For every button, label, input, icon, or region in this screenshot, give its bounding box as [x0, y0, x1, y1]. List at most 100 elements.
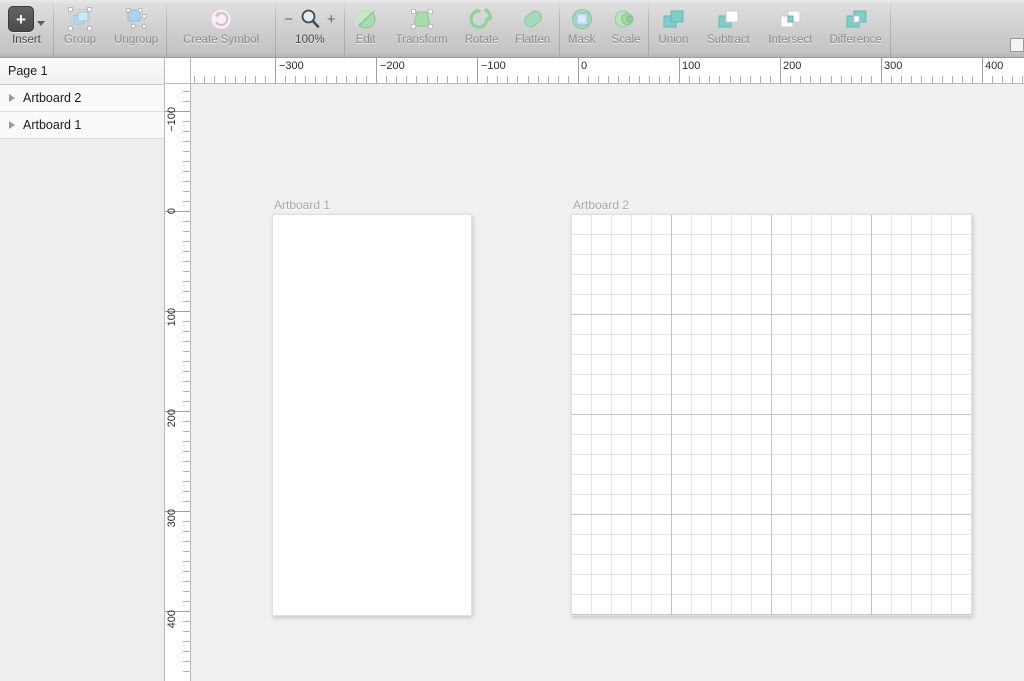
toolbar-button-group[interactable]: Group: [54, 0, 106, 52]
ruler-minor-tick: [406, 76, 407, 84]
ruler-minor-tick: [183, 331, 191, 332]
ruler-minor-tick: [183, 431, 191, 432]
ruler-minor-tick: [245, 76, 246, 84]
toolbar-overflow-widget[interactable]: [1010, 38, 1024, 52]
zoom-out-button[interactable]: −: [284, 12, 293, 27]
ruler-minor-tick: [225, 76, 226, 84]
ruler-minor-tick: [194, 76, 195, 84]
ruler-minor-tick: [183, 151, 191, 152]
ruler-minor-tick: [336, 76, 337, 84]
ruler-label: −200: [380, 60, 405, 72]
ruler-minor-tick: [183, 341, 191, 342]
ruler-minor-tick: [730, 76, 731, 84]
ruler-minor-tick: [183, 281, 191, 282]
design-canvas[interactable]: Artboard 1 Artboard 2: [191, 84, 1024, 681]
ruler-label: −100: [166, 107, 178, 132]
ruler-minor-tick: [972, 76, 973, 84]
horizontal-ruler[interactable]: −300−200−1000100200300400: [191, 58, 1024, 84]
ruler-label: 300: [166, 509, 178, 527]
toolbar-label-ungroup: Ungroup: [114, 34, 158, 47]
ruler-minor-tick: [992, 76, 993, 84]
ruler-minor-tick: [497, 76, 498, 84]
ruler-minor-tick: [183, 521, 191, 522]
chevron-down-icon[interactable]: [37, 21, 45, 26]
ruler-minor-tick: [183, 641, 191, 642]
ruler-label: 0: [166, 208, 178, 214]
toolbar-group-mask-scale: Mask Scale: [560, 0, 649, 58]
toolbar-button-difference[interactable]: Difference: [821, 0, 889, 52]
ruler-minor-tick: [183, 481, 191, 482]
sidebar-item-artboard-2[interactable]: Artboard 2: [0, 85, 164, 112]
ruler-label: 300: [884, 60, 902, 72]
toolbar-button-insert[interactable]: + Insert: [0, 0, 53, 52]
toolbar-button-intersect[interactable]: Intersect: [759, 0, 821, 52]
ruler-minor-tick: [366, 76, 367, 84]
ruler-minor-tick: [214, 76, 215, 84]
toolbar-group-shape-editing: Edit Transform: [345, 0, 559, 58]
ruler-minor-tick: [932, 76, 933, 84]
ruler-minor-tick: [437, 76, 438, 84]
page-header[interactable]: Page 1: [0, 58, 164, 85]
toolbar-button-rotate[interactable]: Rotate: [457, 0, 507, 52]
toolbar-separator: [890, 0, 891, 58]
ruler-minor-tick: [790, 76, 791, 84]
toolbar-button-union[interactable]: Union: [649, 0, 697, 52]
ruler-minor-tick: [709, 76, 710, 84]
ruler-minor-tick: [800, 76, 801, 84]
ruler-minor-tick: [740, 76, 741, 84]
artboard-label[interactable]: Artboard 2: [573, 198, 629, 212]
zoom-in-button[interactable]: +: [327, 12, 336, 27]
ruler-minor-tick: [183, 421, 191, 422]
ruler-minor-tick: [760, 76, 761, 84]
ruler-minor-tick: [204, 76, 205, 84]
ruler-major-tick: [881, 58, 882, 84]
ruler-corner[interactable]: [165, 58, 191, 84]
ruler-minor-tick: [235, 76, 236, 84]
ruler-minor-tick: [183, 541, 191, 542]
ruler-minor-tick: [183, 121, 191, 122]
toolbar-button-subtract[interactable]: Subtract: [697, 0, 759, 52]
ruler-minor-tick: [487, 76, 488, 84]
ruler-minor-tick: [183, 171, 191, 172]
sidebar-item-artboard-1[interactable]: Artboard 1: [0, 112, 164, 139]
toolbar-label-create-symbol: Create Symbol: [183, 34, 259, 47]
ruler-major-tick: [578, 58, 579, 84]
toolbar-button-transform[interactable]: Transform: [387, 0, 457, 52]
toolbar-button-scale[interactable]: Scale: [604, 0, 649, 52]
toolbar-label-scale: Scale: [612, 34, 641, 47]
ruler-minor-tick: [183, 601, 191, 602]
app-window: + Insert: [0, 0, 1024, 681]
toolbar-button-ungroup[interactable]: Ungroup: [106, 0, 166, 52]
toolbar-button-flatten[interactable]: Flatten: [507, 0, 559, 52]
toolbar-group-zoom: − + 100%: [276, 0, 344, 58]
flatten-icon: [520, 6, 546, 32]
toolbar-label-union: Union: [658, 34, 688, 47]
group-icon: [65, 6, 95, 32]
ruler-minor-tick: [962, 76, 963, 84]
zoom-control[interactable]: − + 100%: [276, 0, 344, 52]
ruler-minor-tick: [183, 141, 191, 142]
artboard-2[interactable]: [571, 214, 972, 616]
disclosure-triangle-icon[interactable]: [9, 121, 15, 129]
magnifier-icon: [299, 8, 321, 30]
ruler-label: 200: [166, 409, 178, 427]
ruler-minor-tick: [457, 76, 458, 84]
artboard-label[interactable]: Artboard 1: [274, 198, 330, 212]
ruler-minor-tick: [295, 76, 296, 84]
disclosure-triangle-icon[interactable]: [9, 94, 15, 102]
ruler-minor-tick: [183, 551, 191, 552]
union-icon: [660, 6, 686, 32]
artboard-1[interactable]: [272, 214, 472, 616]
ruler-minor-tick: [183, 351, 191, 352]
vertical-ruler[interactable]: −1000100200300400: [165, 84, 191, 681]
ruler-label: 400: [166, 610, 178, 628]
mask-icon: [569, 6, 595, 32]
toolbar-group-boolean-ops: Union Subtract: [649, 0, 889, 58]
rotate-icon: [468, 6, 496, 32]
create-symbol-icon: [208, 6, 234, 32]
toolbar-button-edit[interactable]: Edit: [345, 0, 387, 52]
toolbar-button-create-symbol[interactable]: Create Symbol: [167, 0, 275, 52]
ruler-minor-tick: [750, 76, 751, 84]
toolbar-button-mask[interactable]: Mask: [560, 0, 604, 52]
ruler-minor-tick: [851, 76, 852, 84]
